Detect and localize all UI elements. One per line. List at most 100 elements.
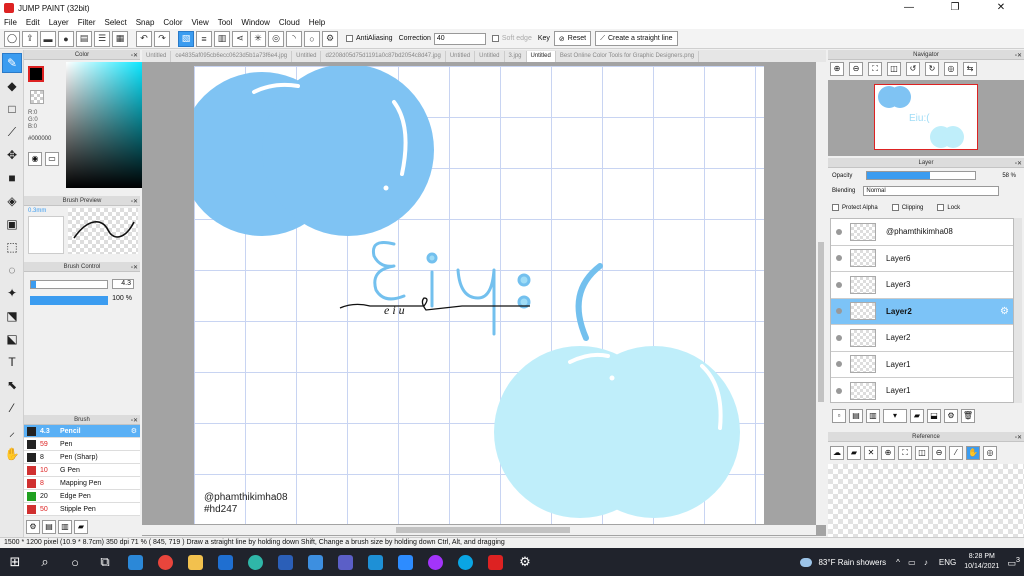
curve-snap-icon[interactable]: ◝ — [286, 30, 302, 47]
ref-fit-icon[interactable]: ⛶ — [898, 446, 912, 460]
menu-help[interactable]: Help — [309, 18, 325, 27]
brush-item[interactable]: 59 Pen — [24, 438, 140, 451]
select-pen-tool-icon[interactable]: ⬔ — [2, 306, 22, 326]
panel-buttons-icon[interactable]: ▫✕ — [1015, 433, 1022, 443]
menu-file[interactable]: File — [4, 18, 17, 27]
lock-checkbox[interactable]: Lock — [937, 204, 960, 211]
gradient-tool-icon[interactable]: ▣ — [2, 214, 22, 234]
brush-item[interactable]: 50 Stipple Pen — [24, 503, 140, 516]
menu-select[interactable]: Select — [104, 18, 126, 27]
notification-center-icon[interactable]: ▭3 — [1007, 555, 1020, 569]
eyedropper-tool-icon[interactable]: ⁄ — [2, 398, 22, 418]
skype-icon[interactable] — [450, 548, 480, 576]
export-icon[interactable]: ⇪ — [22, 30, 38, 47]
layer-list-scrollbar[interactable] — [1014, 218, 1022, 403]
mail-icon[interactable] — [210, 548, 240, 576]
ref-eyedropper-icon[interactable]: ⁄ — [949, 446, 963, 460]
brush-size-slider[interactable] — [30, 280, 108, 289]
panel-buttons-icon[interactable]: ▫✕ — [1015, 51, 1022, 61]
crosshair-snap-icon[interactable]: ▥ — [214, 30, 230, 47]
brush-opacity-slider[interactable] — [30, 296, 108, 305]
new-brush-icon[interactable]: ▤ — [42, 520, 56, 534]
correction-input[interactable]: 40 — [433, 32, 486, 45]
document-tab[interactable]: 3.jpg — [505, 51, 527, 62]
actual-size-icon[interactable]: ◫ — [887, 62, 901, 76]
zoom-out-icon[interactable]: ⊖ — [849, 62, 863, 76]
close-button[interactable]: ✕ — [978, 0, 1024, 16]
layer-opacity-slider[interactable] — [866, 171, 977, 180]
menu-color[interactable]: Color — [163, 18, 182, 27]
zoom-icon[interactable] — [390, 548, 420, 576]
panel-buttons-icon[interactable]: ▫✕ — [131, 416, 138, 426]
lasso-icon[interactable]: ◯ — [4, 30, 20, 47]
bucket-tool-icon[interactable]: ◈ — [2, 191, 22, 211]
layer-row[interactable]: Layer1 — [831, 351, 1013, 378]
scroll-thumb[interactable] — [818, 242, 824, 402]
task-view-icon[interactable]: ⧉ — [90, 548, 120, 576]
layer-type-dropdown-icon[interactable]: ▾ — [883, 409, 907, 423]
page-icon[interactable]: ▤ — [76, 30, 92, 47]
fit-screen-icon[interactable]: ⛶ — [868, 62, 882, 76]
horizontal-scrollbar[interactable] — [142, 525, 816, 535]
select-eraser-tool-icon[interactable]: ⬕ — [2, 329, 22, 349]
grid-icon[interactable]: ▦ — [112, 30, 128, 47]
text-page-icon[interactable]: ☰ — [94, 30, 110, 47]
undo-icon[interactable]: ↶ — [136, 30, 152, 47]
eyedropper-alt-tool-icon[interactable]: ⸝ — [2, 421, 22, 441]
visibility-icon[interactable] — [836, 281, 842, 288]
balloon-icon[interactable]: ● — [58, 30, 74, 47]
document-tab[interactable]: Best Online Color Tools for Graphic Desi… — [556, 51, 700, 62]
close-reference-icon[interactable]: ✕ — [864, 446, 878, 460]
visibility-icon[interactable] — [836, 334, 842, 341]
scroll-thumb[interactable] — [396, 527, 570, 533]
file-explorer-icon[interactable] — [180, 548, 210, 576]
rotate-left-icon[interactable]: ↺ — [906, 62, 920, 76]
redo-icon[interactable]: ↷ — [154, 30, 170, 47]
menu-layer[interactable]: Layer — [49, 18, 69, 27]
windows-start-icon[interactable]: ⊞ — [0, 548, 30, 576]
operation-tool-icon[interactable]: ⬉ — [2, 375, 22, 395]
cortana-icon[interactable]: ○ — [60, 548, 90, 576]
menu-window[interactable]: Window — [241, 18, 269, 27]
minimize-button[interactable]: — — [886, 0, 932, 16]
brush-settings-icon[interactable]: ⚙ — [26, 520, 40, 534]
ref-zoom-in-icon[interactable]: ⊕ — [881, 446, 895, 460]
soft-edge-checkbox[interactable]: Soft edge — [491, 35, 532, 42]
clock[interactable]: 8:28 PM 10/14/2021 — [964, 552, 999, 572]
visibility-icon[interactable] — [836, 308, 842, 315]
visibility-icon[interactable] — [836, 255, 842, 262]
ref-hand-icon[interactable]: ✋ — [966, 446, 980, 460]
parallel-snap-icon[interactable]: ≡ — [196, 30, 212, 47]
select-rect-tool-icon[interactable]: ⬚ — [2, 237, 22, 257]
merge-down-icon[interactable]: ⬓ — [927, 409, 941, 423]
eraser-tool-icon[interactable]: ◆ — [2, 76, 22, 96]
new-layer-8bit-icon[interactable]: ▤ — [849, 409, 863, 423]
color-wheel-icon[interactable]: ◉ — [28, 152, 42, 166]
hand-tool-icon[interactable]: ✋ — [2, 444, 22, 464]
brush-size-value[interactable]: 4.3 — [112, 279, 134, 289]
reference-view[interactable] — [828, 464, 1024, 537]
menu-cloud[interactable]: Cloud — [279, 18, 300, 27]
navigator-view[interactable]: Eiu:( — [828, 80, 1024, 156]
document-tab[interactable]: Untitled — [446, 51, 476, 62]
tray-icons[interactable]: ^ ▭ ♪ — [896, 558, 931, 567]
vanishing-snap-icon[interactable]: ⋖ — [232, 30, 248, 47]
foreground-color-swatch[interactable] — [28, 66, 44, 82]
layer-row[interactable]: Layer2 ⚙ — [831, 298, 1013, 325]
menu-snap[interactable]: Snap — [136, 18, 155, 27]
cloud-icon[interactable]: ☁ — [830, 446, 844, 460]
ref-actual-size-icon[interactable]: ◫ — [915, 446, 929, 460]
visibility-icon[interactable] — [836, 361, 842, 368]
jump-paint-icon[interactable] — [480, 548, 510, 576]
maximize-button[interactable]: ❐ — [932, 0, 978, 16]
panel-buttons-icon[interactable]: ▫✕ — [1015, 159, 1022, 169]
menu-tool[interactable]: Tool — [218, 18, 233, 27]
line-tool-icon[interactable]: ⟋ — [2, 122, 22, 142]
visibility-icon[interactable] — [836, 387, 842, 394]
radial-snap-icon[interactable]: ✳ — [250, 30, 266, 47]
blending-select[interactable]: Normal — [863, 185, 1000, 196]
vertical-scrollbar[interactable] — [816, 62, 826, 525]
layer-row[interactable]: Layer1 — [831, 378, 1013, 402]
layer-row[interactable]: Layer6 — [831, 245, 1013, 272]
photos-icon[interactable] — [360, 548, 390, 576]
